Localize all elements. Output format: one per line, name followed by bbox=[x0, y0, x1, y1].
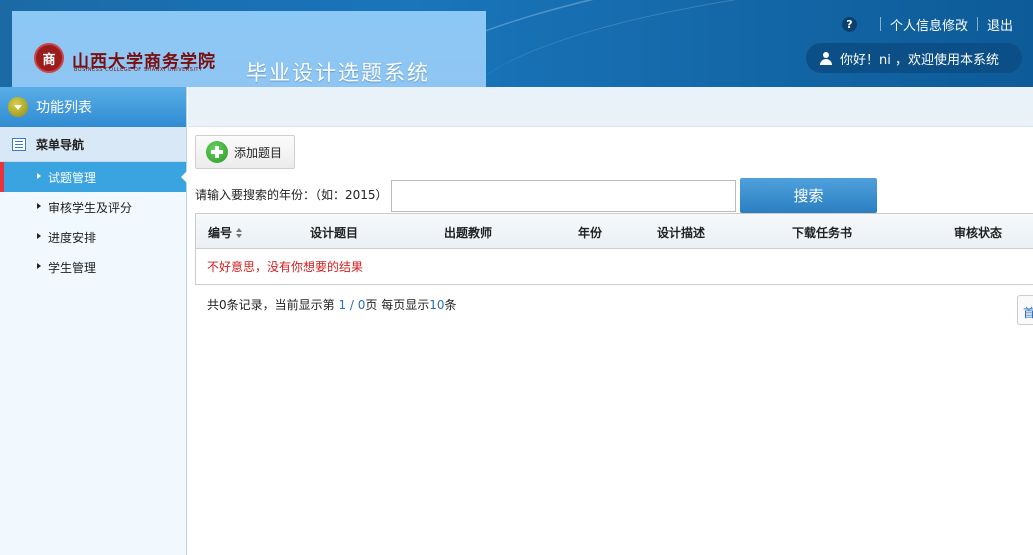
sidebar-item-schedule[interactable]: 进度安排 bbox=[0, 222, 186, 252]
system-title: 毕业设计选题系统 bbox=[246, 61, 430, 85]
sidebar-item-label: 审核学生及评分 bbox=[48, 200, 133, 215]
column-header-download: 下载任务书 bbox=[792, 226, 853, 240]
sidebar-item-review-students[interactable]: 审核学生及评分 bbox=[0, 192, 186, 222]
empty-result-row: 不好意思，没有你想要的结果 bbox=[195, 249, 1033, 285]
profile-link[interactable]: 个人信息修改 bbox=[890, 15, 968, 34]
search-button[interactable]: 搜索 bbox=[740, 178, 877, 213]
add-question-button[interactable]: 添加题目 bbox=[195, 135, 295, 169]
caret-right-icon bbox=[37, 233, 41, 239]
sidebar-item-label: 进度安排 bbox=[48, 230, 97, 245]
sidebar: 功能列表 菜单导航 试题管理 审核学生及评分 进度安排 学生管理 bbox=[0, 87, 187, 555]
welcome-badge: 你好！ni ，欢迎使用本系统 bbox=[806, 43, 1022, 73]
pager-current-page: 1 bbox=[338, 298, 347, 312]
content-top-bar bbox=[188, 87, 1033, 127]
pager-slash: / bbox=[346, 298, 358, 312]
sidebar-item-label: 学生管理 bbox=[48, 260, 97, 275]
sidebar-item-question-management[interactable]: 试题管理 bbox=[0, 162, 187, 192]
list-icon bbox=[12, 137, 26, 151]
add-question-label: 添加题目 bbox=[234, 145, 283, 160]
function-list-label: 功能列表 bbox=[36, 100, 92, 116]
divider bbox=[976, 17, 978, 31]
question-icon[interactable]: ? bbox=[841, 16, 857, 32]
column-header-teacher: 出题教师 bbox=[444, 226, 493, 240]
column-header-status: 审核状态 bbox=[954, 226, 1003, 240]
first-page-button[interactable]: 首页 bbox=[1017, 295, 1033, 325]
pager-per-page: 10 bbox=[429, 298, 445, 312]
top-links: ? 个人信息修改 退出 bbox=[841, 14, 1013, 34]
table-header: 编号 设计题目 出题教师 年份 设计描述 下载任务书 审核状态 bbox=[195, 214, 1033, 249]
menu-nav-label: 菜单导航 bbox=[36, 137, 85, 152]
main-content: 添加题目 请输入要搜索的年份：（如：2015） 搜索 编号 设计题目 出题教师 … bbox=[188, 87, 1033, 555]
function-list-header[interactable]: 功能列表 bbox=[0, 87, 186, 127]
caret-right-icon bbox=[37, 173, 41, 179]
pager-items-text: 条 bbox=[444, 298, 457, 312]
pagination-info: 共0条记录，当前显示第 1 / 0页 每页显示10条 bbox=[207, 296, 457, 313]
divider bbox=[879, 17, 881, 31]
app-root: 商 山西大学商务学院 BUSINESS COLLEGE OF SHANXI UN… bbox=[0, 0, 1033, 555]
sidebar-item-label: 试题管理 bbox=[48, 170, 97, 185]
caret-right-icon bbox=[37, 203, 41, 209]
sidebar-item-student-management[interactable]: 学生管理 bbox=[0, 252, 186, 282]
pager-pages-text: 页 每页显示 bbox=[365, 298, 430, 312]
column-header-title: 设计题目 bbox=[310, 226, 359, 240]
empty-result-message: 不好意思，没有你想要的结果 bbox=[207, 260, 364, 274]
banner: 商 山西大学商务学院 BUSINESS COLLEGE OF SHANXI UN… bbox=[12, 11, 486, 87]
header: 商 山西大学商务学院 BUSINESS COLLEGE OF SHANXI UN… bbox=[0, 0, 1033, 87]
search-year-input[interactable] bbox=[391, 180, 736, 212]
welcome-text: 你好！ni ，欢迎使用本系统 bbox=[840, 52, 999, 68]
sort-icon[interactable] bbox=[235, 228, 243, 238]
column-header-description: 设计描述 bbox=[657, 226, 706, 240]
school-english-name: BUSINESS COLLEGE OF SHANXI UNIVERSITY bbox=[74, 67, 203, 73]
chevron-down-circle-icon bbox=[8, 97, 28, 117]
column-header-year: 年份 bbox=[578, 226, 603, 240]
plus-circle-icon bbox=[206, 141, 228, 163]
school-seal-logo: 商 bbox=[34, 43, 64, 73]
search-year-label: 请输入要搜索的年份：（如：2015） bbox=[195, 188, 388, 202]
caret-right-icon bbox=[37, 263, 41, 269]
column-header-id[interactable]: 编号 bbox=[208, 224, 243, 241]
menu-nav-header[interactable]: 菜单导航 bbox=[0, 127, 186, 162]
pager-prefix: 共0条记录，当前显示第 bbox=[207, 298, 339, 312]
questions-table: 编号 设计题目 出题教师 年份 设计描述 下载任务书 审核状态 不好意思，没有你… bbox=[195, 213, 1033, 285]
user-icon bbox=[820, 51, 832, 65]
logout-link[interactable]: 退出 bbox=[987, 15, 1013, 34]
